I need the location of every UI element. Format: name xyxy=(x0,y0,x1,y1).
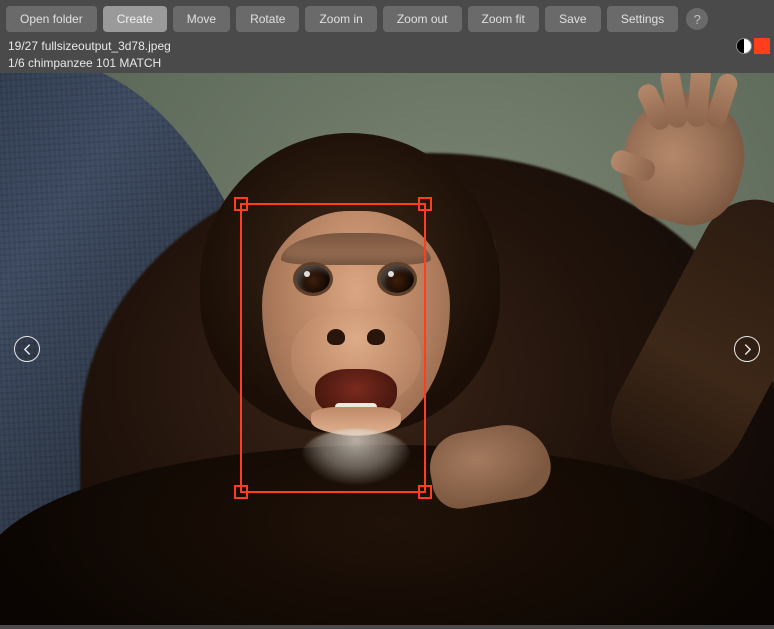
zoom-in-button[interactable]: Zoom in xyxy=(305,6,376,32)
next-image-button[interactable] xyxy=(734,336,760,362)
create-button[interactable]: Create xyxy=(103,6,167,32)
move-button[interactable]: Move xyxy=(173,6,230,32)
previous-image-button[interactable] xyxy=(14,336,40,362)
open-folder-button[interactable]: Open folder xyxy=(6,6,97,32)
zoom-fit-button[interactable]: Zoom fit xyxy=(468,6,539,32)
image-content xyxy=(0,73,774,625)
zoom-out-button[interactable]: Zoom out xyxy=(383,6,462,32)
chevron-right-icon xyxy=(743,344,752,355)
save-button[interactable]: Save xyxy=(545,6,601,32)
image-viewport[interactable] xyxy=(0,73,774,625)
marker-color-icon[interactable] xyxy=(754,38,770,54)
help-button[interactable]: ? xyxy=(686,8,708,30)
status-bar: 19/27 fullsizeoutput_3d78.jpeg 1/6 chimp… xyxy=(0,38,774,73)
file-position-text: 19/27 fullsizeoutput_3d78.jpeg xyxy=(8,39,171,53)
settings-button[interactable]: Settings xyxy=(607,6,678,32)
contrast-icon[interactable] xyxy=(736,38,752,54)
chevron-left-icon xyxy=(23,344,32,355)
toolbar: Open folder Create Move Rotate Zoom in Z… xyxy=(0,0,774,38)
annotation-status-text: 1/6 chimpanzee 101 MATCH xyxy=(8,56,161,70)
rotate-button[interactable]: Rotate xyxy=(236,6,299,32)
